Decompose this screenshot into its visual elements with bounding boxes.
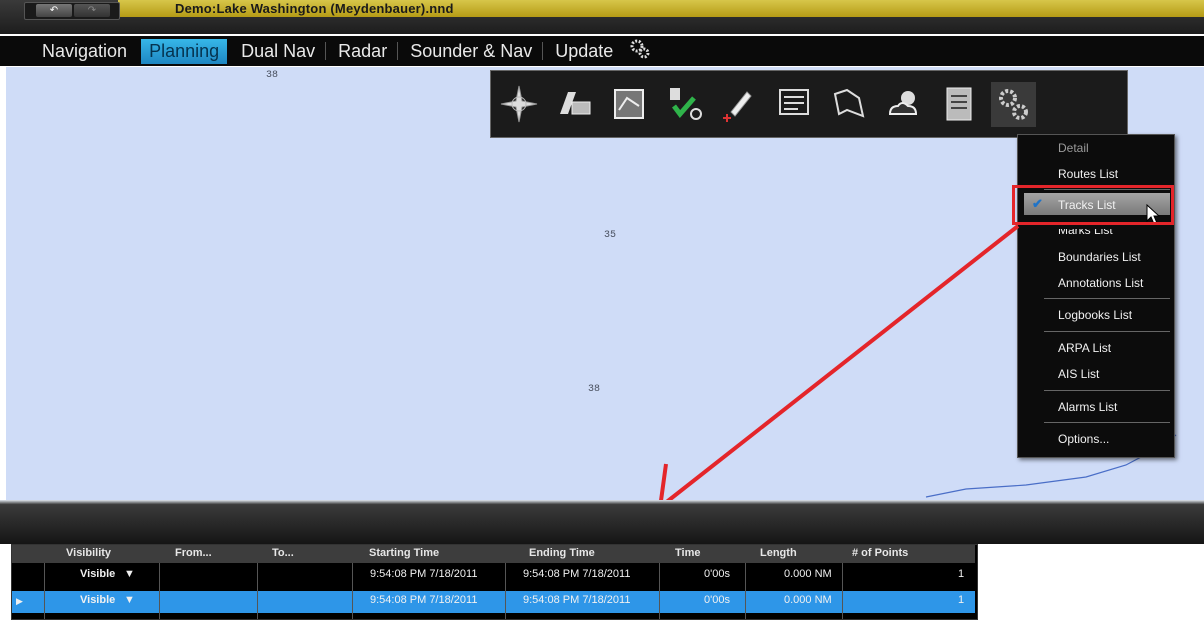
route-check-icon[interactable] bbox=[661, 82, 706, 127]
menu-divider bbox=[1044, 298, 1170, 299]
column-divider bbox=[257, 563, 258, 619]
table-header: Visibility From... To... Starting Time E… bbox=[12, 545, 975, 563]
menu-item-routes-list[interactable]: Routes List bbox=[1058, 167, 1118, 181]
menu-item-ais-list[interactable]: AIS List bbox=[1058, 367, 1099, 381]
visibility-value[interactable]: Visible bbox=[80, 568, 115, 580]
menu-item-annotations-list[interactable]: Annotations List bbox=[1058, 276, 1143, 290]
time-cell: 0'00s bbox=[704, 568, 730, 580]
chart-stack-icon[interactable] bbox=[551, 82, 596, 127]
visibility-value[interactable]: Visible bbox=[80, 594, 115, 606]
table-row[interactable]: Visible ▼ 9:54:08 PM 7/18/2011 9:54:08 P… bbox=[12, 565, 975, 587]
undo-button[interactable]: ↶ bbox=[36, 4, 72, 17]
gears-icon[interactable] bbox=[629, 38, 651, 65]
document-icon[interactable] bbox=[936, 82, 981, 127]
column-divider bbox=[745, 563, 746, 619]
menu-item-marks-list[interactable]: Marks List bbox=[1058, 229, 1113, 237]
tab-divider bbox=[542, 42, 544, 60]
menu-item-options[interactable]: Options... bbox=[1058, 432, 1109, 446]
depth-sounding: 35 bbox=[604, 230, 617, 241]
points-cell: 1 bbox=[958, 568, 965, 580]
gears-icon[interactable] bbox=[991, 81, 1036, 127]
column-to[interactable]: To... bbox=[272, 547, 294, 559]
column-starting-time[interactable]: Starting Time bbox=[369, 547, 439, 559]
column-divider bbox=[659, 563, 660, 619]
column-divider bbox=[505, 563, 506, 619]
menu-divider bbox=[1044, 331, 1170, 332]
column-divider bbox=[44, 563, 45, 619]
column-time[interactable]: Time bbox=[675, 547, 700, 559]
start-time-cell: 9:54:08 PM 7/18/2011 bbox=[370, 594, 478, 606]
tab-planning[interactable]: Planning bbox=[141, 38, 228, 64]
end-time-cell: 9:54:08 PM 7/18/2011 bbox=[523, 568, 631, 580]
column-divider bbox=[842, 563, 843, 619]
pencil-mark-icon[interactable] bbox=[716, 82, 761, 127]
column-length[interactable]: Length bbox=[760, 547, 797, 559]
column-points[interactable]: # of Points bbox=[852, 547, 908, 559]
end-time-cell: 9:54:08 PM 7/18/2011 bbox=[523, 594, 631, 606]
flag-icon[interactable] bbox=[826, 82, 871, 127]
points-cell: 1 bbox=[958, 594, 965, 606]
chevron-down-icon[interactable]: ▼ bbox=[124, 594, 135, 606]
list-icon[interactable] bbox=[771, 82, 816, 127]
depth-sounding: 38 bbox=[266, 70, 279, 81]
menu-item-boundaries-list[interactable]: Boundaries List bbox=[1058, 250, 1141, 264]
weather-icon[interactable] bbox=[881, 82, 926, 127]
start-time-cell: 9:54:08 PM 7/18/2011 bbox=[370, 568, 478, 580]
tab-divider bbox=[397, 42, 399, 60]
highlight-box bbox=[1012, 185, 1174, 225]
lists-menu: ✔ Detail Routes List Tracks List Marks L… bbox=[1017, 134, 1175, 458]
redo-button[interactable]: ↷ bbox=[74, 4, 110, 17]
panel-splitter[interactable] bbox=[0, 500, 1204, 544]
tab-divider bbox=[325, 42, 327, 60]
length-cell: 0.000 NM bbox=[784, 594, 832, 606]
chevron-down-icon[interactable]: ▼ bbox=[124, 568, 135, 580]
tab-sounder-nav[interactable]: Sounder & Nav bbox=[402, 39, 540, 64]
compass-icon[interactable] bbox=[496, 82, 541, 127]
column-ending-time[interactable]: Ending Time bbox=[529, 547, 595, 559]
planning-toolbar bbox=[490, 70, 1128, 138]
table-row-selected[interactable]: ▶ Visible ▼ 9:54:08 PM 7/18/2011 9:54:08… bbox=[12, 591, 975, 613]
menu-item-logbooks-list[interactable]: Logbooks List bbox=[1058, 308, 1132, 322]
tab-update[interactable]: Update bbox=[547, 39, 621, 64]
length-cell: 0.000 NM bbox=[784, 568, 832, 580]
menu-divider bbox=[1044, 390, 1170, 391]
main-tabs: Navigation Planning Dual Nav Radar Sound… bbox=[0, 36, 1204, 66]
row-pointer-icon: ▶ bbox=[16, 596, 23, 606]
menu-item-arpa-list[interactable]: ARPA List bbox=[1058, 341, 1111, 355]
column-divider bbox=[159, 563, 160, 619]
menu-item-alarms-list[interactable]: Alarms List bbox=[1058, 400, 1117, 414]
time-cell: 0'00s bbox=[704, 594, 730, 606]
tab-navigation[interactable]: Navigation bbox=[34, 39, 135, 64]
tracks-table: Visibility From... To... Starting Time E… bbox=[11, 544, 978, 620]
annotation-arrow bbox=[657, 224, 1020, 511]
tab-radar[interactable]: Radar bbox=[330, 39, 395, 64]
tab-dual-nav[interactable]: Dual Nav bbox=[233, 39, 323, 64]
column-from[interactable]: From... bbox=[175, 547, 212, 559]
column-visibility[interactable]: Visibility bbox=[66, 547, 111, 559]
menu-divider bbox=[1044, 422, 1170, 423]
map-frame-icon[interactable] bbox=[606, 82, 651, 127]
depth-sounding: 38 bbox=[588, 384, 601, 395]
menu-item-detail[interactable]: Detail bbox=[1058, 141, 1089, 155]
column-divider bbox=[352, 563, 353, 619]
window-title: Demo:Lake Washington (Meydenbauer).nnd bbox=[175, 1, 454, 16]
